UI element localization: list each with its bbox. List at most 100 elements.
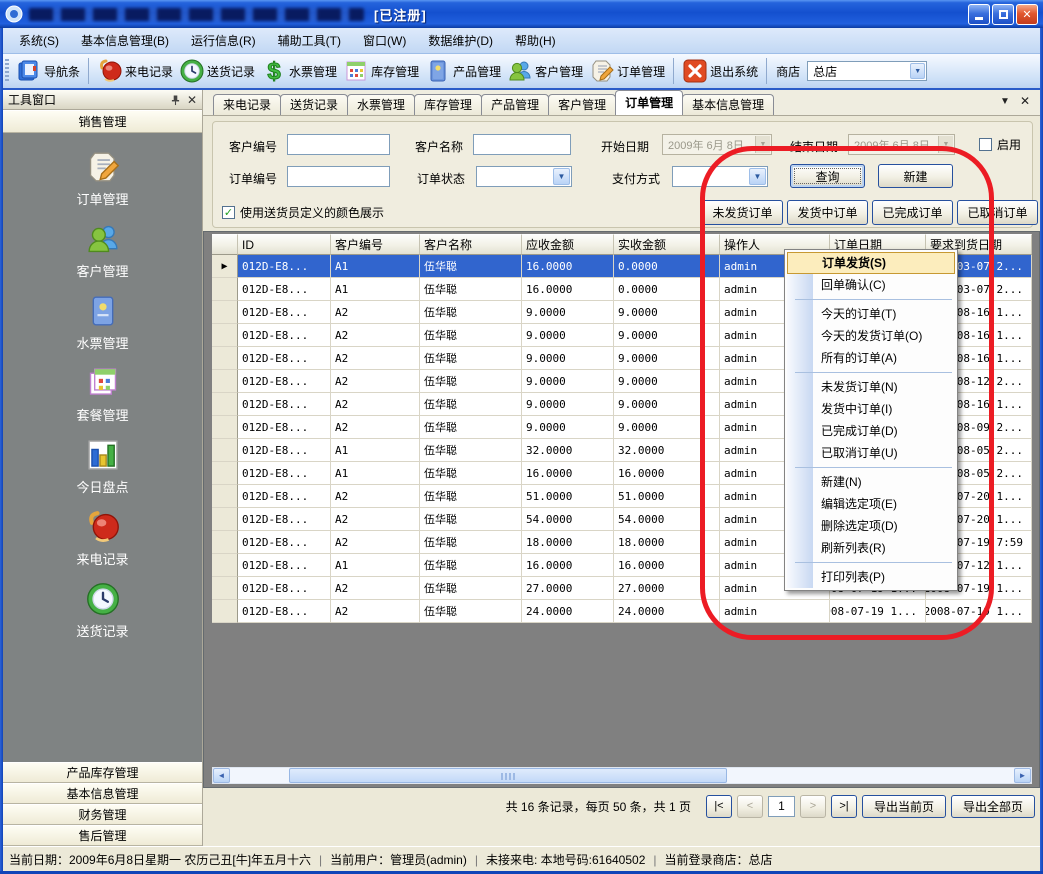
- close-button[interactable]: ✕: [1016, 4, 1038, 25]
- minimize-button[interactable]: [968, 4, 990, 25]
- sidebar-item[interactable]: 水票管理: [3, 293, 202, 352]
- scroll-left-icon[interactable]: ◄: [213, 768, 230, 783]
- checkbox-check-icon[interactable]: ✓: [222, 206, 235, 219]
- maximize-button[interactable]: [992, 4, 1014, 25]
- shop-combo[interactable]: 总店 ▼: [807, 61, 927, 81]
- end-date-picker[interactable]: 2009年 6月 8日 ▼: [848, 134, 955, 155]
- menu-item[interactable]: 系统(S): [8, 28, 70, 53]
- toolbar-button[interactable]: 送货记录: [176, 56, 258, 86]
- row-selector-cell[interactable]: ▶: [212, 462, 238, 485]
- sidebar-section-sales[interactable]: 销售管理: [3, 110, 202, 133]
- column-header-received[interactable]: 实收金额: [614, 234, 720, 255]
- toolbar-button[interactable]: 订单管理: [586, 56, 668, 86]
- sidebar-section[interactable]: 财务管理: [3, 804, 202, 825]
- order-status-filter-button[interactable]: 未发货订单: [702, 200, 783, 225]
- context-menu-item[interactable]: 打印列表(P): [787, 566, 955, 588]
- tab[interactable]: 送货记录: [280, 94, 348, 115]
- order-status-filter-button[interactable]: 已取消订单: [957, 200, 1038, 225]
- chevron-down-icon[interactable]: ▼: [749, 168, 766, 185]
- next-page-button[interactable]: >: [800, 795, 826, 818]
- menu-item[interactable]: 基本信息管理(B): [70, 28, 180, 53]
- scroll-right-icon[interactable]: ►: [1014, 768, 1031, 783]
- context-menu-item[interactable]: 已取消订单(U): [787, 442, 955, 464]
- context-menu-item[interactable]: 发货中订单(I): [787, 398, 955, 420]
- start-date-picker[interactable]: 2009年 6月 8日 ▼: [662, 134, 772, 155]
- row-selector-cell[interactable]: ▶: [212, 531, 238, 554]
- row-selector-cell[interactable]: ▶: [212, 554, 238, 577]
- menu-item[interactable]: 窗口(W): [352, 28, 417, 53]
- delivery-color-checkbox[interactable]: ✓ 使用送货员定义的颜色展示: [222, 204, 384, 221]
- column-header-customer-no[interactable]: 客户编号: [331, 234, 420, 255]
- sidebar-item[interactable]: 送货记录: [3, 581, 202, 640]
- toolbar-button[interactable]: 来电记录: [94, 56, 176, 86]
- column-header-id[interactable]: ID: [238, 234, 331, 255]
- menu-item[interactable]: 辅助工具(T): [267, 28, 352, 53]
- tab[interactable]: 水票管理: [347, 94, 415, 115]
- context-menu-item[interactable]: 回单确认(C): [787, 274, 955, 296]
- tab[interactable]: 基本信息管理: [682, 94, 774, 115]
- payment-combo[interactable]: ▼: [672, 166, 768, 187]
- horizontal-scrollbar[interactable]: ◄ ►: [212, 767, 1032, 784]
- sidebar-section[interactable]: 基本信息管理: [3, 783, 202, 804]
- last-page-button[interactable]: >|: [831, 795, 857, 818]
- row-selector-cell[interactable]: ▶: [212, 278, 238, 301]
- sidebar-item[interactable]: 订单管理: [3, 149, 202, 208]
- column-header-customer-name[interactable]: 客户名称: [420, 234, 522, 255]
- row-selector-cell[interactable]: ▶: [212, 416, 238, 439]
- context-menu-item[interactable]: 已完成订单(D): [787, 420, 955, 442]
- new-button[interactable]: 新建: [878, 164, 953, 188]
- toolbar-button[interactable]: 导航条: [13, 56, 83, 86]
- context-menu-item[interactable]: 订单发货(S): [787, 252, 955, 274]
- scrollbar-thumb[interactable]: [289, 768, 727, 783]
- prev-page-button[interactable]: <: [737, 795, 763, 818]
- checkbox-box[interactable]: [979, 138, 992, 151]
- order-status-combo[interactable]: ▼: [476, 166, 572, 187]
- row-selector-cell[interactable]: ▶: [212, 508, 238, 531]
- export-current-page-button[interactable]: 导出当前页: [862, 795, 946, 818]
- row-selector-cell[interactable]: ▶: [212, 370, 238, 393]
- toolbar-button[interactable]: 库存管理: [340, 56, 422, 86]
- toolbar-button[interactable]: 产品管理: [422, 56, 504, 86]
- customer-name-input[interactable]: [473, 134, 571, 155]
- sidebar-item[interactable]: 客户管理: [3, 221, 202, 280]
- context-menu-item[interactable]: 今天的订单(T): [787, 303, 955, 325]
- sidebar-section[interactable]: 售后管理: [3, 825, 202, 846]
- close-icon[interactable]: ✕: [1020, 94, 1030, 108]
- toolbar-button[interactable]: 退出系统: [679, 56, 761, 86]
- order-status-filter-button[interactable]: 已完成订单: [872, 200, 953, 225]
- column-header-receivable[interactable]: 应收金额: [522, 234, 614, 255]
- row-selector-cell[interactable]: ▶: [212, 255, 238, 278]
- toolbar-button[interactable]: $ 水票管理: [258, 56, 340, 86]
- menu-item[interactable]: 帮助(H): [504, 28, 567, 53]
- customer-no-input[interactable]: [287, 134, 390, 155]
- row-selector-cell[interactable]: ▶: [212, 301, 238, 324]
- sidebar-section[interactable]: 产品库存管理: [3, 762, 202, 783]
- chevron-down-icon[interactable]: ▼: [1000, 96, 1010, 107]
- tab[interactable]: 订单管理: [615, 90, 683, 115]
- tab[interactable]: 客户管理: [548, 94, 616, 115]
- context-menu-item[interactable]: 新建(N): [787, 471, 955, 493]
- toolbar-button[interactable]: 客户管理: [504, 56, 586, 86]
- close-icon[interactable]: ✕: [187, 94, 197, 106]
- tab[interactable]: 库存管理: [414, 94, 482, 115]
- table-row[interactable]: ▶ 012D-E8... A2 伍华聪 24.0000 24.0000 admi…: [212, 600, 1032, 623]
- context-menu-item[interactable]: 编辑选定项(E): [787, 493, 955, 515]
- chevron-down-icon[interactable]: ▼: [910, 63, 925, 79]
- tab[interactable]: 产品管理: [481, 94, 549, 115]
- tab[interactable]: 来电记录: [213, 94, 281, 115]
- query-button[interactable]: 查询: [790, 164, 865, 188]
- row-selector-cell[interactable]: ▶: [212, 439, 238, 462]
- row-selector-cell[interactable]: ▶: [212, 393, 238, 416]
- context-menu-item[interactable]: 未发货订单(N): [787, 376, 955, 398]
- row-selector-cell[interactable]: ▶: [212, 485, 238, 508]
- pin-icon[interactable]: [171, 94, 180, 106]
- context-menu-item[interactable]: 所有的订单(A): [787, 347, 955, 369]
- menu-item[interactable]: 运行信息(R): [180, 28, 267, 53]
- context-menu-item[interactable]: 刷新列表(R): [787, 537, 955, 559]
- toolbar-grip[interactable]: [5, 59, 9, 83]
- page-number-input[interactable]: [768, 796, 795, 817]
- menu-item[interactable]: 数据维护(D): [417, 28, 504, 53]
- sidebar-item[interactable]: 来电记录: [3, 509, 202, 568]
- context-menu-item[interactable]: 今天的发货订单(O): [787, 325, 955, 347]
- order-no-input[interactable]: [287, 166, 390, 187]
